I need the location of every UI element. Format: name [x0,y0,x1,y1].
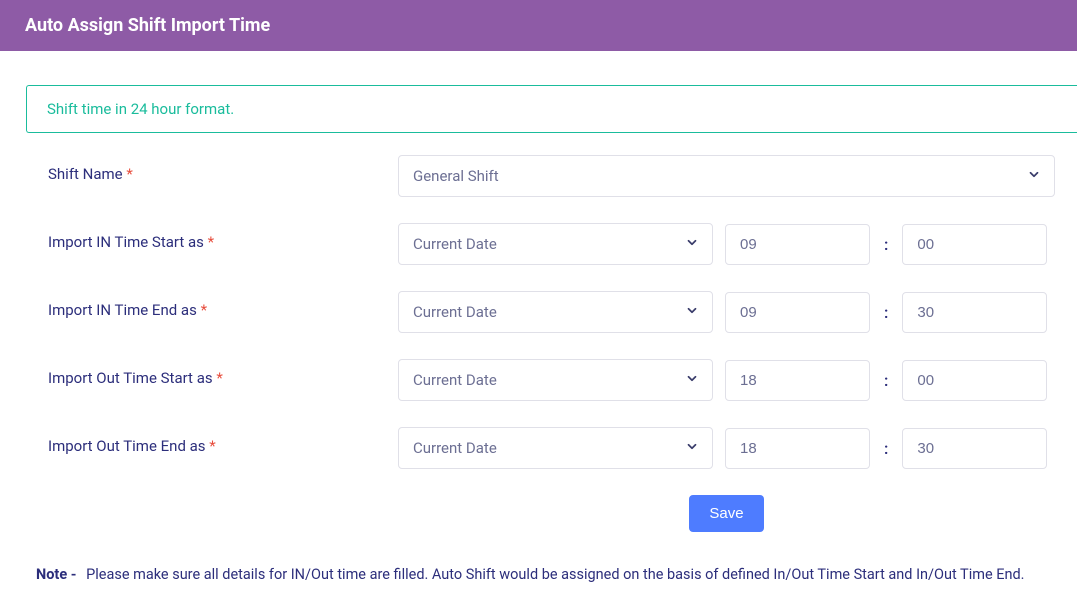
required-marker: * [216,369,222,387]
out-end-date-select[interactable]: Current Date [398,427,713,469]
row-out-start: Import Out Time Start as * Current Date … [48,359,1055,401]
in-start-hour-input[interactable] [725,224,870,265]
time-colon: : [882,439,890,458]
row-shift-name: Shift Name * General Shift [48,155,1055,197]
label-in-start-text: Import IN Time Start as [48,233,204,251]
row-in-end: Import IN Time End as * Current Date : [48,291,1055,333]
shift-name-select[interactable]: General Shift [398,155,1055,197]
label-out-start: Import Out Time Start as * [48,359,398,387]
in-start-date-select[interactable]: Current Date [398,223,713,265]
in-start-minute-input[interactable] [902,224,1047,265]
required-marker: * [208,233,214,251]
info-alert: Shift time in 24 hour format. [26,85,1077,133]
label-in-end-text: Import IN Time End as [48,301,197,319]
label-in-end: Import IN Time End as * [48,291,398,319]
out-start-hour-input[interactable] [725,360,870,401]
note-label: Note - [36,566,76,583]
in-end-minute-input[interactable] [902,292,1047,333]
time-colon: : [882,371,890,390]
out-start-date-select[interactable]: Current Date [398,359,713,401]
row-out-end: Import Out Time End as * Current Date : [48,427,1055,469]
label-out-end: Import Out Time End as * [48,427,398,455]
note-section: Note - Please make sure all details for … [8,550,1077,593]
out-end-minute-input[interactable] [902,428,1047,469]
note-text: Please make sure all details for IN/Out … [86,566,1024,583]
row-in-start: Import IN Time Start as * Current Date : [48,223,1055,265]
label-shift-name: Shift Name * [48,155,398,183]
out-end-hour-input[interactable] [725,428,870,469]
in-end-hour-input[interactable] [725,292,870,333]
in-end-date-select[interactable]: Current Date [398,291,713,333]
page-title: Auto Assign Shift Import Time [0,0,1077,51]
label-in-start: Import IN Time Start as * [48,223,398,251]
time-colon: : [882,235,890,254]
time-colon: : [882,303,890,322]
required-marker: * [126,165,132,183]
label-out-end-text: Import Out Time End as [48,437,206,455]
save-button[interactable]: Save [689,495,763,532]
out-start-minute-input[interactable] [902,360,1047,401]
label-out-start-text: Import Out Time Start as [48,369,213,387]
required-marker: * [209,437,215,455]
label-shift-name-text: Shift Name [48,165,123,183]
required-marker: * [201,301,207,319]
